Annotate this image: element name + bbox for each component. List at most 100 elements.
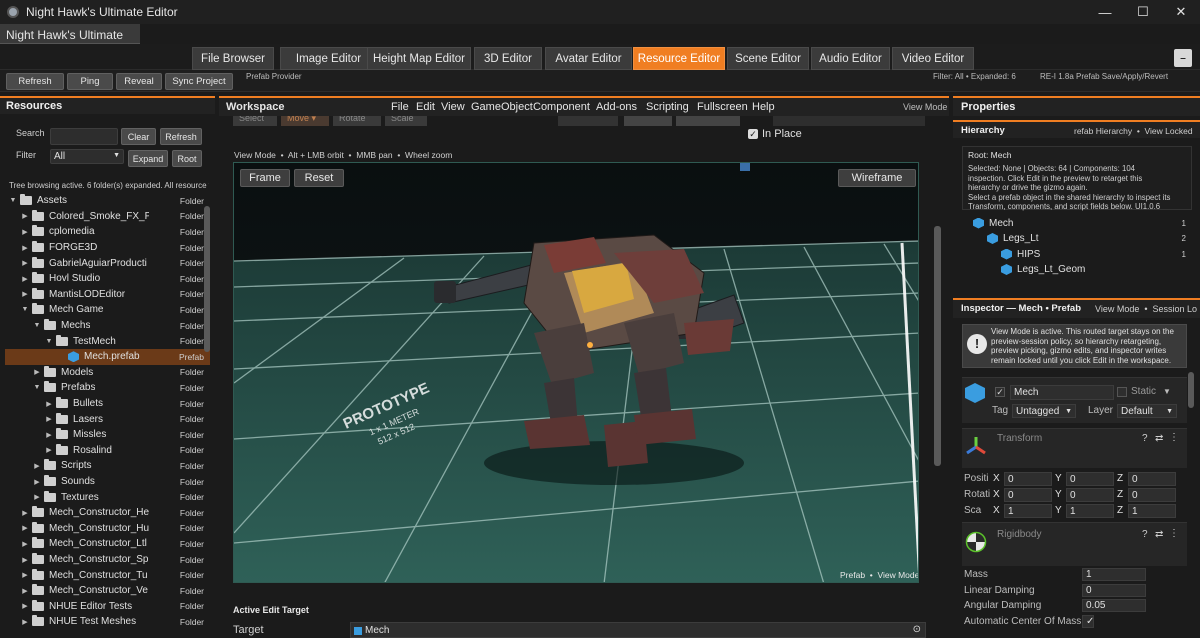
static-checkbox[interactable] <box>1117 387 1127 397</box>
menu-fullscreen[interactable]: Fullscreen <box>697 101 748 113</box>
menu-scripting[interactable]: Scripting <box>646 101 689 113</box>
caret-right-icon[interactable]: ▶ <box>21 259 29 267</box>
tree-item[interactable]: ▶ Mech_Constructor_Sp Folder <box>5 552 210 568</box>
static-chevron-icon[interactable]: ▼ <box>1163 387 1171 396</box>
tree-item[interactable]: ▼ Mech Game Folder <box>5 302 210 318</box>
transform-x-field[interactable]: 0 <box>1004 472 1052 486</box>
caret-right-icon[interactable]: ▶ <box>21 602 29 610</box>
menu-component[interactable]: Component <box>533 101 590 113</box>
tree-item[interactable]: ▶ NHUE Test Meshes Folder <box>5 614 210 630</box>
caret-right-icon[interactable]: ▶ <box>33 493 41 501</box>
tab-audio-editor[interactable]: Audio Editor <box>811 47 890 70</box>
tree-item[interactable]: ▶ Hovl Studio Folder <box>5 271 210 287</box>
help-icon[interactable]: ? <box>1142 529 1148 540</box>
wireframe-button[interactable]: Wireframe <box>838 169 916 187</box>
ping-button[interactable]: Ping <box>67 73 113 90</box>
caret-down-icon[interactable]: ▼ <box>45 338 53 345</box>
caret-down-icon[interactable]: ▼ <box>9 197 17 204</box>
object-name-field[interactable]: Mech <box>1010 385 1114 400</box>
caret-right-icon[interactable]: ▶ <box>45 431 53 439</box>
caret-right-icon[interactable]: ▶ <box>21 524 29 532</box>
tree-item[interactable]: ▶ Rosalind Folder <box>5 443 210 459</box>
tree-item[interactable]: ▶ Colored_Smoke_FX_P Folder <box>5 209 210 225</box>
hierarchy-node[interactable]: Mech 1 <box>970 216 1190 230</box>
menu-help[interactable]: Help <box>752 101 775 113</box>
active-checkbox[interactable]: ✓ <box>995 387 1005 397</box>
target-picker-icon[interactable]: ⊙ <box>913 624 921 635</box>
app-tab[interactable]: Night Hawk's Ultimate Editor <box>0 24 140 56</box>
hierarchy-node[interactable]: Legs_Lt 2 <box>984 232 1190 246</box>
rotate-tool[interactable]: Rotate <box>333 116 381 126</box>
tab-scene-editor[interactable]: Scene Editor <box>727 47 809 70</box>
rigidbody-field[interactable]: 0 <box>1082 583 1146 597</box>
caret-right-icon[interactable]: ▶ <box>45 400 53 408</box>
reset-live-button[interactable] <box>676 116 740 126</box>
scale-tool[interactable]: Scale <box>385 116 427 126</box>
caret-right-icon[interactable]: ▶ <box>21 571 29 579</box>
help-icon[interactable]: ? <box>1142 433 1148 444</box>
root-button[interactable]: Root <box>172 150 202 167</box>
auto-center-checkbox[interactable]: ✓ <box>1082 614 1094 628</box>
menu-edit[interactable]: Edit <box>416 101 435 113</box>
3d-viewport[interactable]: PROTOTYPE 1 x 1 METER 512 x 512 Frame Re… <box>233 162 919 583</box>
tree-item[interactable]: ▼ TestMech Folder <box>5 333 210 349</box>
inspector-scrollbar[interactable] <box>1188 372 1194 408</box>
transform-z-field[interactable]: 1 <box>1128 504 1176 518</box>
caret-down-icon[interactable]: ▼ <box>33 384 41 391</box>
frame-sel-tool[interactable] <box>558 116 618 126</box>
tree-item[interactable]: ▶ Mech_Constructor_Ve Folder <box>5 583 210 599</box>
rigidbody-field[interactable]: 0.05 <box>1082 599 1146 612</box>
expand-button[interactable]: Expand <box>128 150 168 167</box>
caret-right-icon[interactable]: ▶ <box>21 509 29 517</box>
preset-icon[interactable]: ⇄ <box>1155 433 1163 444</box>
tree-item[interactable]: ▶ Mech_Constructor_Ltl Folder <box>5 536 210 552</box>
transform-x-field[interactable]: 0 <box>1004 488 1052 502</box>
menu-file[interactable]: File <box>391 101 409 113</box>
close-button[interactable]: ✕ <box>1158 0 1200 24</box>
transform-y-field[interactable]: 0 <box>1066 488 1114 502</box>
tab-file-browser[interactable]: File Browser <box>192 47 274 70</box>
tree-item[interactable]: ▶ Scripts Folder <box>5 458 210 474</box>
tree-scrollbar[interactable] <box>204 206 210 352</box>
tag-select[interactable]: Untagged ▼ <box>1012 404 1076 418</box>
select-tool[interactable]: Select <box>233 116 277 126</box>
tree-item[interactable]: ▶ cplomedia Folder <box>5 224 210 240</box>
filter-select[interactable]: All ▼ <box>50 149 124 164</box>
tab-avatar-editor[interactable]: Avatar Editor <box>545 47 632 70</box>
tree-item[interactable]: ▶ Models Folder <box>5 365 210 381</box>
transform-z-field[interactable]: 0 <box>1128 488 1176 502</box>
clear-button[interactable]: Clear <box>121 128 156 145</box>
reset-view-button[interactable]: Reset <box>294 169 344 187</box>
tab-resource-editor[interactable]: Resource Editor <box>633 47 725 70</box>
caret-right-icon[interactable]: ▶ <box>21 618 29 626</box>
search-input[interactable] <box>50 128 118 145</box>
frame-button[interactable]: Frame <box>240 169 290 187</box>
tree-item[interactable]: Mech.prefab Prefab <box>5 349 210 365</box>
reveal-button[interactable]: Reveal <box>116 73 162 90</box>
caret-right-icon[interactable]: ▶ <box>33 368 41 376</box>
layer-select[interactable]: Default ▼ <box>1117 404 1177 418</box>
menu-gameobject[interactable]: GameObject <box>471 101 533 113</box>
tab-video-editor[interactable]: Video Editor <box>892 47 974 70</box>
transform-y-field[interactable]: 1 <box>1066 504 1114 518</box>
tree-item[interactable]: ▶ Textures Folder <box>5 489 210 505</box>
tree-item[interactable]: ▼ Assets Folder <box>5 193 210 209</box>
tab-menu-button[interactable]: – <box>1174 49 1192 67</box>
in-place-checkbox[interactable]: ✓ <box>748 129 758 139</box>
menu-addons[interactable]: Add-ons <box>596 101 637 113</box>
tree-item[interactable]: ▶ Mech_Constructor_Hu Folder <box>5 521 210 537</box>
caret-right-icon[interactable]: ▶ <box>45 415 53 423</box>
tree-item[interactable]: ▶ Bullets Folder <box>5 396 210 412</box>
tree-item[interactable]: ▶ GabrielAguiarProducti Folder <box>5 255 210 271</box>
workspace-search[interactable] <box>773 116 925 126</box>
tree-refresh-button[interactable]: Refresh <box>160 128 202 145</box>
caret-right-icon[interactable]: ▶ <box>21 244 29 252</box>
tree-item[interactable]: ▶ Mech_Constructor_He Folder <box>5 505 210 521</box>
tree-item[interactable]: ▼ Prefabs Folder <box>5 380 210 396</box>
component-menu-icon[interactable]: ⋮ <box>1169 528 1179 539</box>
caret-right-icon[interactable]: ▶ <box>45 446 53 454</box>
tree-item[interactable]: ▶ Lasers Folder <box>5 411 210 427</box>
tree-item[interactable]: ▶ Sounds Folder <box>5 474 210 490</box>
refresh-button[interactable]: Refresh <box>6 73 64 90</box>
workspace-scrollbar[interactable] <box>934 226 941 466</box>
